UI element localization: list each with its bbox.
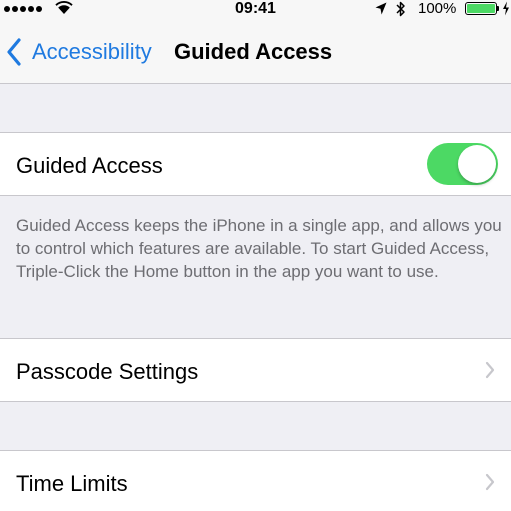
battery-tip — [497, 6, 499, 11]
navigation-bar: Accessibility Guided Access — [0, 20, 511, 84]
bluetooth-icon — [396, 1, 405, 17]
toggle-knob — [458, 145, 496, 183]
passcode-settings-cell[interactable]: Passcode Settings — [0, 338, 511, 402]
page-title: Guided Access — [174, 39, 333, 64]
battery-percent: 100% — [418, 0, 457, 17]
time-limits-cell[interactable]: Time Limits — [0, 450, 511, 511]
settings-screen: 09:41 100% Accessibility Guided Access G… — [0, 0, 511, 511]
guided-access-cell: Guided Access — [0, 132, 511, 196]
time-limits-label: Time Limits — [16, 471, 128, 496]
guided-access-toggle[interactable] — [427, 143, 498, 185]
chevron-left-icon — [7, 38, 21, 66]
guided-access-label: Guided Access — [16, 153, 163, 178]
back-label: Accessibility — [32, 39, 152, 64]
chevron-right-icon — [485, 361, 495, 379]
passcode-settings-label: Passcode Settings — [16, 359, 199, 384]
chevron-right-icon — [485, 473, 495, 491]
battery-icon — [465, 2, 497, 15]
location-arrow-icon — [375, 2, 387, 15]
status-bar: 09:41 100% — [0, 0, 511, 20]
guided-access-description: Guided Access keeps the iPhone in a sing… — [16, 216, 502, 281]
battery-fill — [467, 4, 495, 13]
charging-bolt-icon — [503, 1, 509, 16]
back-button[interactable]: Accessibility — [6, 36, 152, 68]
